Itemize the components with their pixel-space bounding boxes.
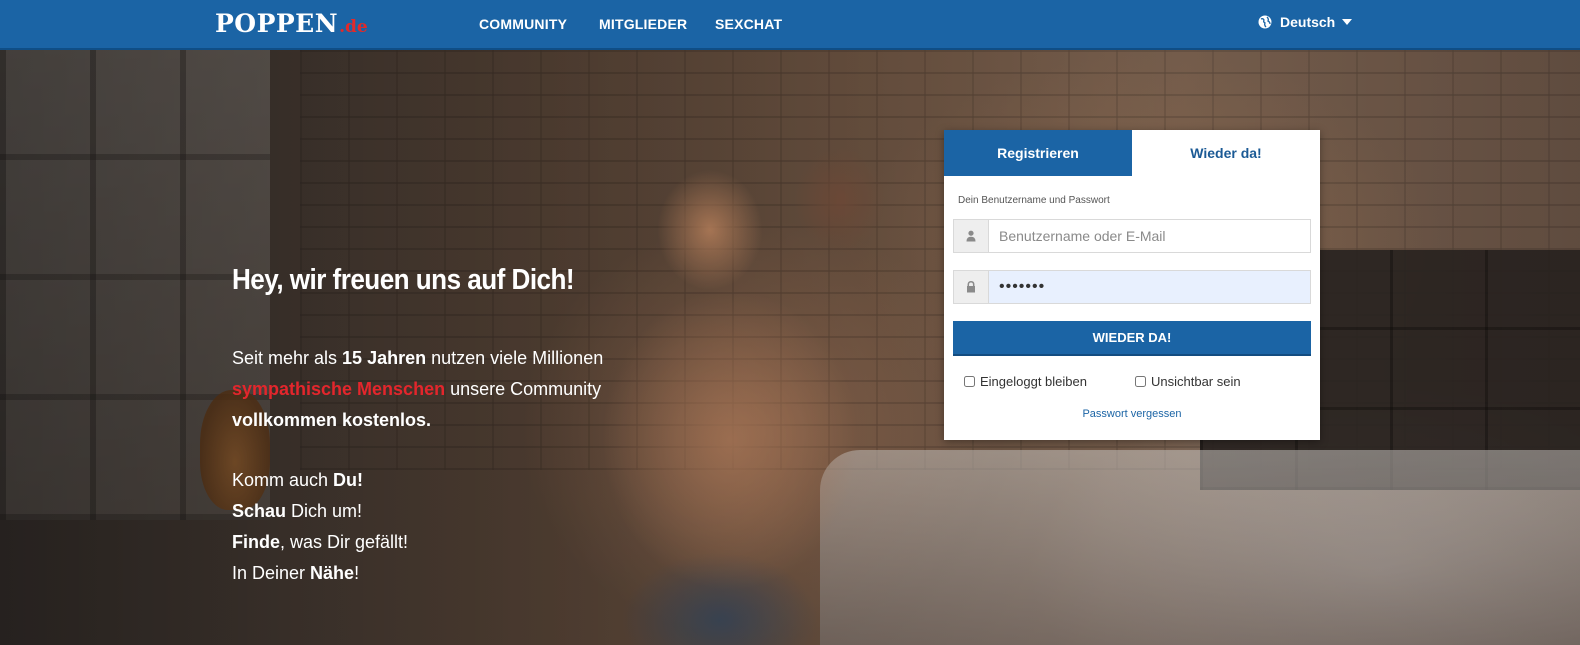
- intro-text-1: Seit mehr als: [232, 348, 343, 368]
- user-icon: [954, 220, 989, 252]
- intro-bold-free: vollkommen kostenlos.: [232, 410, 432, 430]
- top-navigation-bar: POPPEN .de COMMUNITY MITGLIEDER SEXCHAT …: [0, 0, 1580, 50]
- tagline-line: Finde, was Dir gefällt!: [232, 527, 408, 558]
- intro-bold-years: 15 Jahren: [342, 348, 427, 368]
- language-selector[interactable]: Deutsch: [1258, 14, 1353, 30]
- hero-intro-text: Seit mehr als 15 Jahren nutzen viele Mil…: [232, 343, 652, 436]
- chevron-down-icon: [1342, 19, 1353, 25]
- logo-wordmark: POPPEN: [215, 9, 339, 38]
- site-logo[interactable]: POPPEN .de: [215, 9, 368, 38]
- invisible-label: Unsichtbar sein: [1150, 374, 1241, 389]
- tagline-text: Komm auch: [232, 470, 334, 490]
- logo-domain-suffix: .de: [339, 17, 368, 37]
- password-input[interactable]: [989, 271, 1310, 303]
- tagline-line: Komm auch Du!: [232, 465, 408, 496]
- username-field: [953, 219, 1311, 253]
- lock-icon: [954, 271, 989, 303]
- password-field: [953, 270, 1311, 304]
- nav-sexchat[interactable]: SEXCHAT: [715, 16, 782, 32]
- tagline-text: In Deiner: [232, 563, 311, 583]
- globe-icon: [1258, 15, 1272, 29]
- stay-logged-in-label: Eingeloggt bleiben: [980, 374, 1087, 389]
- invisible-option[interactable]: Unsichtbar sein: [1134, 374, 1241, 389]
- invisible-checkbox[interactable]: [1134, 376, 1146, 387]
- stay-logged-in-checkbox[interactable]: [964, 376, 975, 387]
- tagline-bold: Schau: [232, 501, 287, 521]
- nav-mitglieder[interactable]: MITGLIEDER: [599, 16, 687, 32]
- auth-tabs: Registrieren Wieder da!: [944, 130, 1320, 176]
- tagline-bold: Du!: [333, 470, 364, 490]
- tagline-text: , was Dir gefällt!: [280, 532, 409, 552]
- language-label: Deutsch: [1280, 14, 1336, 30]
- tagline-bold: Finde: [232, 532, 280, 552]
- tab-registrieren[interactable]: Registrieren: [944, 130, 1132, 176]
- login-panel: Registrieren Wieder da! Dein Benutzernam…: [944, 130, 1320, 440]
- nav-community[interactable]: COMMUNITY: [479, 16, 567, 32]
- login-options: Eingeloggt bleiben Unsichtbar sein: [964, 374, 1241, 389]
- hero-tagline-list: Komm auch Du! Schau Dich um! Finde, was …: [232, 465, 408, 589]
- tagline-bold: Nähe: [310, 563, 355, 583]
- tagline-text: Dich um!: [286, 501, 363, 521]
- tagline-line: Schau Dich um!: [232, 496, 408, 527]
- login-hint: Dein Benutzername und Passwort: [958, 195, 1110, 206]
- intro-highlight: sympathische Menschen: [232, 379, 446, 399]
- intro-text-3: unsere Community: [445, 379, 602, 399]
- tagline-text: !: [354, 563, 360, 583]
- tab-wieder-da[interactable]: Wieder da!: [1132, 130, 1320, 176]
- username-input[interactable]: [989, 220, 1310, 252]
- tagline-line: In Deiner Nähe!: [232, 558, 408, 589]
- hero-headline: Hey, wir freuen uns auf Dich!: [232, 264, 575, 296]
- forgot-password-link[interactable]: Passwort vergessen: [944, 408, 1320, 420]
- stay-logged-in-option[interactable]: Eingeloggt bleiben: [964, 374, 1087, 389]
- login-submit-button[interactable]: WIEDER DA!: [953, 321, 1311, 356]
- intro-text-2: nutzen viele Millionen: [426, 348, 604, 368]
